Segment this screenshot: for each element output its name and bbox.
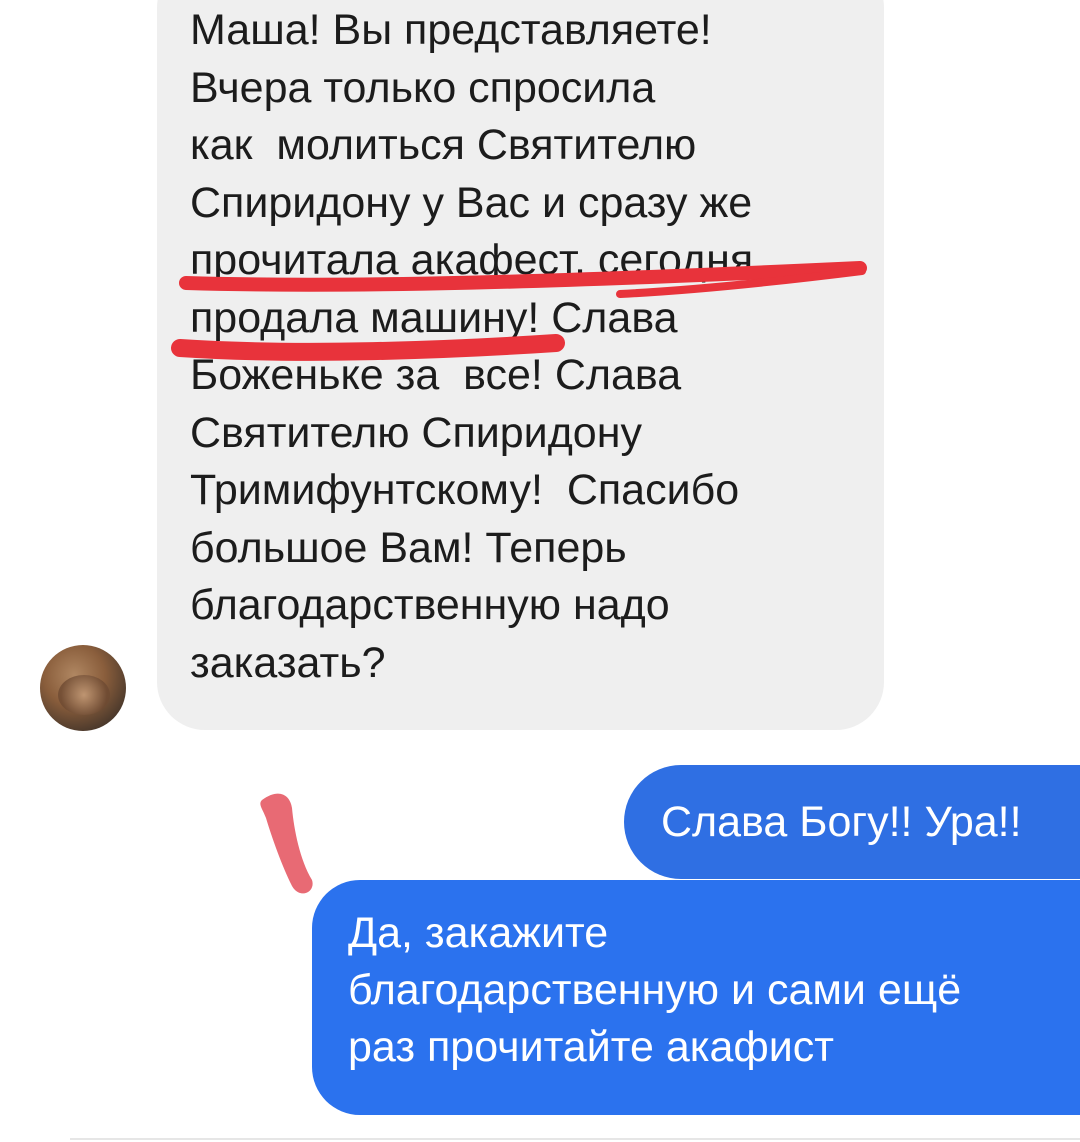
outgoing-message-bubble[interactable]: Да, закажите благодарственную и сами ещё…: [312, 880, 1080, 1115]
message-line: Вчера только спросила: [190, 63, 656, 112]
incoming-message-text: Маша! Вы представляете! Вчера только спр…: [190, 2, 753, 692]
message-line: прочитала акафест, сегодня: [190, 236, 754, 284]
avatar[interactable]: [40, 645, 126, 731]
message-line: Спиридону у Вас и сразу же: [190, 178, 753, 227]
message-line: большое Вам! Теперь: [190, 523, 627, 572]
message-line: благодарственную и сами ещё: [348, 966, 962, 1014]
message-line: Боженьке за все! Слава: [190, 351, 682, 399]
bracket-mark: [260, 793, 313, 894]
message-line: Святителю Спиридону: [190, 408, 642, 457]
message-line: Тримифунтскому! Спасибо: [190, 466, 740, 514]
message-line: продала машину! Слава: [190, 293, 678, 342]
avatar-photo-cat-icon: [58, 675, 110, 715]
divider: [70, 1138, 1080, 1140]
message-line: Да, закажите: [348, 909, 609, 957]
message-line: благодарственную надо: [190, 581, 670, 629]
message-line: заказать?: [190, 638, 386, 687]
message-line: раз прочитайте акафист: [348, 1023, 834, 1071]
outgoing-message-bubble[interactable]: Слава Богу!! Ура!!: [624, 765, 1080, 879]
message-line: как молиться Святителю: [190, 121, 697, 169]
message-text: Слава Богу!! Ура!!: [661, 798, 1022, 846]
message-line: Маша! Вы представляете!: [190, 6, 712, 54]
